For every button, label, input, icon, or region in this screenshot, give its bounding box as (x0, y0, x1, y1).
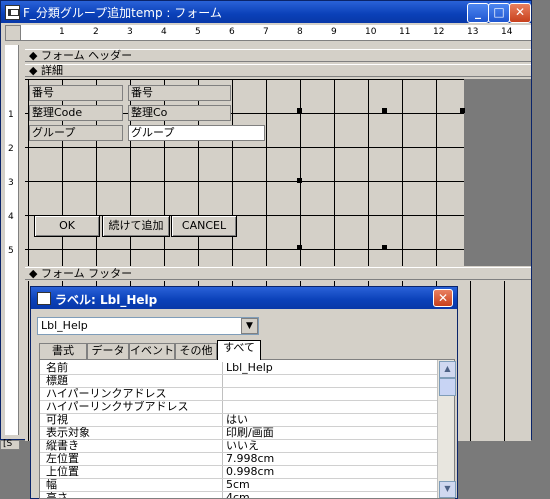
property-value[interactable]: はい (226, 414, 248, 425)
property-value[interactable]: 5cm (226, 479, 250, 490)
ruler-tick-label: 2 (93, 27, 99, 37)
ruler-tick-label: 12 (433, 27, 445, 37)
object-select-value: Lbl_Help (41, 319, 88, 332)
property-sheet-dialog: ラベル: Lbl_Help ✕ Lbl_Help ▼ 書式 データ イベント そ… (30, 286, 458, 499)
ruler-corner[interactable] (5, 25, 21, 41)
section-arrow-icon: ◆ (29, 49, 38, 62)
detail-section-bar[interactable]: ◆ 詳細 (25, 64, 531, 77)
selection-handle[interactable] (382, 245, 387, 250)
close-button[interactable]: ✕ (509, 3, 531, 23)
property-value[interactable]: 7.998cm (226, 453, 274, 464)
label-seiri-code[interactable]: 整理Code (29, 105, 123, 121)
selection-handle[interactable] (382, 108, 387, 113)
form-footer-section-bar[interactable]: ◆ フォーム フッター (25, 267, 531, 280)
property-name: ハイパーリンクアドレス (46, 388, 167, 399)
property-name: 左位置 (46, 453, 79, 464)
vertical-ruler: 1 2 3 4 5 (5, 45, 19, 435)
maximize-button[interactable]: □ (488, 3, 510, 23)
field-group[interactable]: グループ (128, 125, 265, 141)
detail-grid-empty (464, 79, 531, 266)
ruler-tick-label: 4 (161, 27, 167, 37)
ruler-tick-label: 5 (8, 246, 14, 256)
property-scrollbar[interactable]: ▲ ▼ (437, 360, 456, 498)
cancel-button[interactable]: CANCEL (171, 215, 237, 237)
ruler-tick-label: 8 (297, 27, 303, 37)
dropdown-arrow-icon[interactable]: ▼ (241, 318, 258, 334)
property-sheet-icon (37, 292, 51, 305)
minimize-button[interactable]: _ (467, 3, 489, 23)
ruler-tick-label: 13 (467, 27, 479, 37)
property-value[interactable]: いいえ (226, 440, 259, 451)
property-row[interactable]: 高さ 4cm (40, 492, 438, 499)
tab-format[interactable]: 書式 (39, 343, 87, 359)
property-value[interactable]: 0.998cm (226, 466, 274, 477)
window-title-bar[interactable]: F_分類グループ追加temp : フォーム _ □ ✕ (1, 1, 531, 23)
tab-other[interactable]: その他 (175, 343, 217, 359)
selection-handle[interactable] (297, 108, 302, 113)
property-grid: 名前 Lbl_Help 標題 ハイパーリンクアドレス ハイパーリンクサブアドレス… (39, 359, 455, 499)
property-row[interactable]: ハイパーリンクアドレス (40, 388, 438, 401)
scroll-up-icon[interactable]: ▲ (439, 361, 456, 378)
property-title: ラベル: Lbl_Help (55, 293, 158, 307)
form-header-section-bar[interactable]: ◆ フォーム ヘッダー (25, 49, 531, 62)
ok-button[interactable]: OK (34, 215, 100, 237)
property-name: 幅 (46, 479, 57, 490)
property-value[interactable]: Lbl_Help (226, 362, 273, 373)
detail-label: 詳細 (40, 64, 63, 77)
ruler-tick-label: 3 (8, 178, 14, 188)
property-name: 表示対象 (46, 427, 90, 438)
property-name: 上位置 (46, 466, 79, 477)
property-value[interactable]: 4cm (226, 492, 250, 498)
tab-event[interactable]: イベント (129, 343, 175, 359)
ruler-tick-label: 2 (8, 144, 14, 154)
label-bangou[interactable]: 番号 (29, 85, 123, 101)
ruler-tick-label: 10 (365, 27, 377, 37)
window-title: F_分類グループ追加temp : フォーム (23, 6, 222, 20)
property-row[interactable]: 標題 (40, 375, 438, 388)
scroll-down-icon[interactable]: ▼ (439, 481, 456, 498)
property-name: 可視 (46, 414, 68, 425)
form-icon (5, 5, 20, 20)
scroll-thumb[interactable] (439, 378, 456, 396)
selection-handle[interactable] (460, 108, 465, 113)
section-arrow-icon: ◆ (29, 64, 38, 77)
section-arrow-icon: ◆ (29, 267, 38, 280)
ruler-tick-label: 5 (195, 27, 201, 37)
ruler-tick-label: 7 (263, 27, 269, 37)
ruler-tick-label: 14 (501, 27, 513, 37)
ruler-tick-label: 11 (399, 27, 411, 37)
taskbar-fragment: [S (0, 439, 20, 450)
field-seiri-code[interactable]: 整理Co (128, 105, 231, 121)
property-close-button[interactable]: ✕ (433, 289, 453, 307)
ruler-tick-label: 6 (229, 27, 235, 37)
ruler-tick-label: 3 (127, 27, 133, 37)
ruler-tick-label: 1 (8, 110, 14, 120)
tab-data[interactable]: データ (87, 343, 129, 359)
ruler-tick-label: 4 (8, 212, 14, 222)
property-title-bar[interactable]: ラベル: Lbl_Help (31, 287, 457, 309)
continue-add-button[interactable]: 続けて追加 (102, 215, 170, 237)
form-footer-label: フォーム フッター (40, 267, 133, 280)
selection-handle[interactable] (297, 245, 302, 250)
property-name: 高さ (46, 492, 68, 499)
form-header-label: フォーム ヘッダー (40, 49, 133, 62)
property-name: 標題 (46, 375, 68, 386)
property-name: 名前 (46, 362, 68, 373)
ruler-tick-label: 1 (59, 27, 65, 37)
selection-handle[interactable] (297, 178, 302, 183)
taskbar-label: [S (3, 439, 13, 449)
property-value[interactable]: 印刷/画面 (226, 427, 274, 438)
horizontal-ruler: 1 2 3 4 5 6 7 8 9 10 11 12 13 14 (21, 25, 531, 41)
tab-all[interactable]: すべて (217, 340, 261, 360)
label-group[interactable]: グループ (29, 125, 123, 141)
object-select[interactable]: Lbl_Help (37, 317, 259, 335)
field-bangou[interactable]: 番号 (128, 85, 231, 101)
property-row[interactable]: 名前 Lbl_Help (40, 362, 438, 375)
property-name: 縦書き (46, 440, 79, 451)
property-name: ハイパーリンクサブアドレス (46, 401, 189, 412)
ruler-tick-label: 9 (331, 27, 337, 37)
